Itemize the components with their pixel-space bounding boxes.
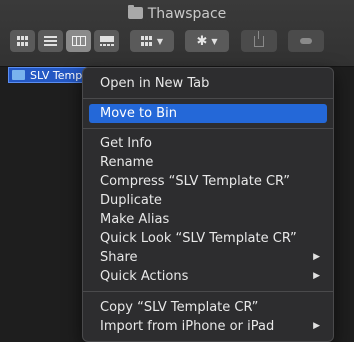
menu-separator — [83, 291, 333, 292]
menu-separator — [83, 98, 333, 99]
menu-item-import-from-iphone[interactable]: Import from iPhone or iPad ▶ — [89, 317, 327, 336]
menu-item-quick-actions[interactable]: Quick Actions ▶ — [89, 267, 327, 286]
submenu-arrow-icon: ▶ — [313, 271, 320, 281]
selected-file-row[interactable]: SLV Template CR — [8, 67, 92, 83]
tag-icon — [300, 38, 312, 44]
window-title: Thawspace — [0, 5, 354, 22]
menu-item-rename[interactable]: Rename — [89, 153, 327, 172]
window-title-text: Thawspace — [147, 6, 227, 22]
grid-icon — [16, 36, 29, 46]
menu-item-copy[interactable]: Copy “SLV Template CR” — [89, 298, 327, 317]
tags-button[interactable] — [288, 30, 324, 52]
gallery-icon — [99, 36, 114, 46]
list-icon — [44, 36, 57, 46]
action-button[interactable]: ✱ ▼ — [185, 30, 229, 52]
gear-icon: ✱ — [196, 33, 208, 49]
column-view-button[interactable] — [66, 30, 91, 52]
columns-icon — [71, 36, 86, 46]
menu-item-label: Rename — [100, 155, 154, 170]
list-view-button[interactable] — [38, 30, 63, 52]
folder-icon — [127, 5, 143, 19]
menu-item-label: Import from iPhone or iPad — [100, 319, 275, 334]
window-titlebar: Thawspace ▼ ✱ ▼ — [0, 0, 354, 67]
icon-view-button[interactable] — [10, 30, 35, 52]
chevron-down-icon: ▼ — [156, 36, 164, 46]
menu-item-share[interactable]: Share ▶ — [89, 248, 327, 267]
toolbar: ▼ ✱ ▼ — [0, 30, 354, 54]
menu-item-label: Copy “SLV Template CR” — [100, 300, 259, 315]
chevron-down-icon: ▼ — [211, 36, 218, 46]
menu-item-open-in-new-tab[interactable]: Open in New Tab — [89, 74, 327, 93]
menu-item-compress[interactable]: Compress “SLV Template CR” — [89, 172, 327, 191]
share-icon — [254, 30, 264, 47]
folder-icon — [12, 70, 25, 80]
menu-item-label: Move to Bin — [100, 106, 177, 121]
menu-item-duplicate[interactable]: Duplicate — [89, 191, 327, 210]
menu-item-move-to-bin[interactable]: Move to Bin — [89, 104, 327, 123]
gallery-view-button[interactable] — [94, 30, 119, 52]
submenu-arrow-icon: ▶ — [313, 321, 320, 331]
menu-item-label: Open in New Tab — [100, 76, 210, 91]
menu-item-label: Quick Actions — [100, 269, 189, 284]
menu-item-label: Share — [100, 250, 138, 265]
menu-separator — [83, 128, 333, 129]
menu-item-label: Make Alias — [100, 212, 170, 227]
group-by-button[interactable]: ▼ — [130, 30, 174, 52]
share-button[interactable] — [241, 30, 277, 52]
menu-item-get-info[interactable]: Get Info — [89, 134, 327, 153]
grid-icon — [140, 36, 153, 46]
menu-item-label: Duplicate — [100, 193, 162, 208]
menu-item-label: Quick Look “SLV Template CR” — [100, 231, 297, 246]
menu-item-label: Compress “SLV Template CR” — [100, 174, 290, 189]
submenu-arrow-icon: ▶ — [313, 252, 320, 262]
menu-item-make-alias[interactable]: Make Alias — [89, 210, 327, 229]
menu-item-label: Get Info — [100, 136, 152, 151]
menu-item-quick-look[interactable]: Quick Look “SLV Template CR” — [89, 229, 327, 248]
context-menu: Open in New Tab Move to Bin Get Info Ren… — [82, 67, 334, 342]
